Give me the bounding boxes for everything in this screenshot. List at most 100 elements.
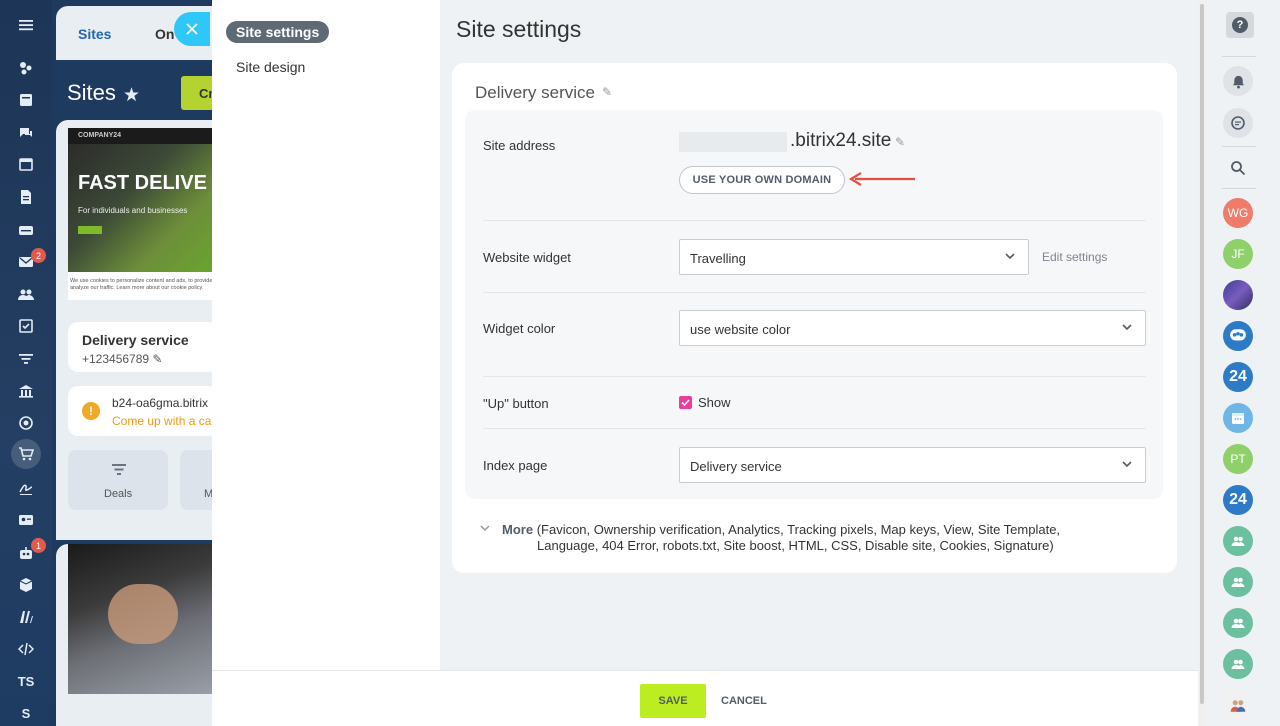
s-item[interactable]: S (14, 701, 38, 725)
divider (1222, 146, 1256, 147)
drive-icon[interactable] (14, 218, 38, 242)
deals-label: Deals (104, 488, 133, 500)
site-address-value: .bitrix24.site (790, 130, 892, 151)
calendar-chat-icon[interactable] (1223, 403, 1253, 433)
box-icon[interactable] (14, 573, 38, 597)
use-own-domain-button[interactable]: USE YOUR OWN DOMAIN (679, 166, 845, 194)
chat-bubble-icon[interactable] (1223, 108, 1253, 138)
close-icon (186, 23, 198, 35)
site-settings-slider: Site settings Site design Site settings … (212, 0, 1198, 726)
bitrix24-chat-icon-2[interactable]: 24 (1223, 485, 1253, 515)
save-button[interactable]: SAVE (640, 684, 706, 718)
pencil-icon[interactable]: ✎ (895, 135, 905, 149)
index-page-select[interactable]: Delivery service (679, 447, 1146, 483)
scrollbar[interactable] (1198, 0, 1206, 726)
shop-cart-icon[interactable] (11, 439, 41, 469)
tasks-icon[interactable] (14, 314, 38, 338)
right-sidebar: ? WG JF 24 PT 24 (1206, 0, 1280, 726)
site-card[interactable]: Delivery service +123456789 ✎ (68, 322, 216, 372)
tab-online-store[interactable]: On (155, 26, 174, 42)
calendar-icon[interactable] (14, 152, 38, 176)
warning-domain: b24-oa6gma.bitrix (112, 396, 209, 410)
group-users-icon[interactable] (1223, 526, 1253, 556)
website-widget-select[interactable]: Travelling (679, 239, 1029, 275)
pencil-icon[interactable]: ✎ (602, 85, 612, 99)
preview-button (78, 226, 102, 234)
preview-cookie-text: We use cookies to personalize content an… (70, 278, 216, 291)
tab-sites[interactable]: Sites (78, 26, 111, 42)
feed-icon[interactable] (14, 88, 38, 112)
deals-tile[interactable]: Deals (68, 450, 168, 510)
chevron-down-icon[interactable] (480, 523, 490, 533)
background-page-title: Sites (67, 80, 116, 105)
divider (483, 220, 1146, 221)
show-up-button-checkbox[interactable] (679, 396, 692, 409)
avatar-group-photo[interactable] (1223, 690, 1253, 720)
up-button-label: "Up" button (483, 396, 549, 411)
side-menu-item-site-settings[interactable]: Site settings (226, 21, 330, 43)
divider (1222, 188, 1256, 189)
chevron-down-icon (1005, 253, 1015, 260)
target-icon[interactable] (14, 411, 38, 435)
chevron-down-icon (1122, 461, 1132, 468)
mail-badge: 2 (31, 248, 46, 263)
avatar-pt[interactable]: PT (1223, 444, 1253, 474)
divider (483, 428, 1146, 429)
create-button[interactable]: Cr (181, 76, 216, 110)
more-label: More (502, 522, 534, 537)
website-widget-label: Website widget (483, 250, 571, 265)
site-preview[interactable]: COMPANY24 FAST DELIVE For individuals an… (68, 128, 216, 300)
site-preview-2[interactable] (68, 544, 216, 694)
side-menu-item-site-design[interactable]: Site design (236, 59, 305, 75)
bell-icon[interactable] (1223, 66, 1253, 96)
site-address-prefix-blurred (679, 132, 787, 152)
left-nav-rail: 2 1 TS S (0, 0, 52, 726)
group-users-icon[interactable] (1223, 649, 1253, 679)
background-sites-list-2 (56, 544, 216, 726)
arrow-left-icon (849, 172, 915, 186)
divider (1222, 56, 1256, 57)
widget-color-label: Widget color (483, 321, 556, 336)
bank-icon[interactable] (14, 379, 38, 403)
cancel-button[interactable]: CANCEL (721, 695, 767, 707)
document-icon[interactable] (14, 185, 38, 209)
site-name-title: Delivery service (475, 83, 595, 102)
signature-icon[interactable] (14, 476, 38, 500)
preview-headline: FAST DELIVE (78, 172, 207, 194)
check-icon (681, 399, 690, 407)
background-sites-list: COMPANY24 FAST DELIVE For individuals an… (56, 120, 216, 540)
group-users-icon[interactable] (1223, 608, 1253, 638)
more-list-line2: Language, 404 Error, robots.txt, Site bo… (537, 538, 1054, 553)
widget-color-select[interactable]: use website color (679, 310, 1146, 346)
people-icon[interactable] (14, 282, 38, 306)
chat-icon[interactable] (14, 121, 38, 145)
contact-card-icon[interactable] (14, 508, 38, 532)
filter-icon[interactable] (14, 347, 38, 371)
marketplace-icon[interactable] (14, 605, 38, 629)
star-icon[interactable]: ★ (123, 84, 140, 107)
bitrix24-chat-icon[interactable]: 24 (1223, 362, 1253, 392)
avatar-photo[interactable] (1223, 280, 1253, 310)
edit-settings-link[interactable]: Edit settings (1042, 250, 1107, 264)
activity-icon[interactable] (14, 56, 38, 80)
menu-icon[interactable] (14, 13, 38, 37)
avatar-jf[interactable]: JF (1223, 239, 1253, 269)
second-tile[interactable]: M (180, 450, 216, 510)
close-slider-button[interactable] (174, 12, 210, 46)
group-chat-icon[interactable] (1223, 321, 1253, 351)
funnel-icon (110, 462, 128, 481)
settings-side-menu: Site settings Site design (212, 0, 440, 670)
pencil-icon[interactable]: ✎ (152, 352, 162, 366)
domain-warning[interactable]: ! b24-oa6gma.bitrix Come up with a ca (68, 386, 216, 436)
preview-brand: COMPANY24 (68, 128, 216, 144)
developer-code-icon[interactable] (14, 637, 38, 661)
search-icon[interactable] (1223, 153, 1253, 183)
index-page-label: Index page (483, 458, 548, 473)
avatar-wg[interactable]: WG (1223, 198, 1253, 228)
ts-item[interactable]: TS (14, 669, 38, 693)
show-checkbox-label[interactable]: Show (698, 395, 731, 410)
help-button[interactable]: ? (1226, 12, 1254, 38)
group-users-icon[interactable] (1223, 567, 1253, 597)
more-settings-toggle[interactable]: More (Favicon, Ownership verification, A… (502, 522, 1102, 554)
site-address-label: Site address (483, 138, 556, 153)
